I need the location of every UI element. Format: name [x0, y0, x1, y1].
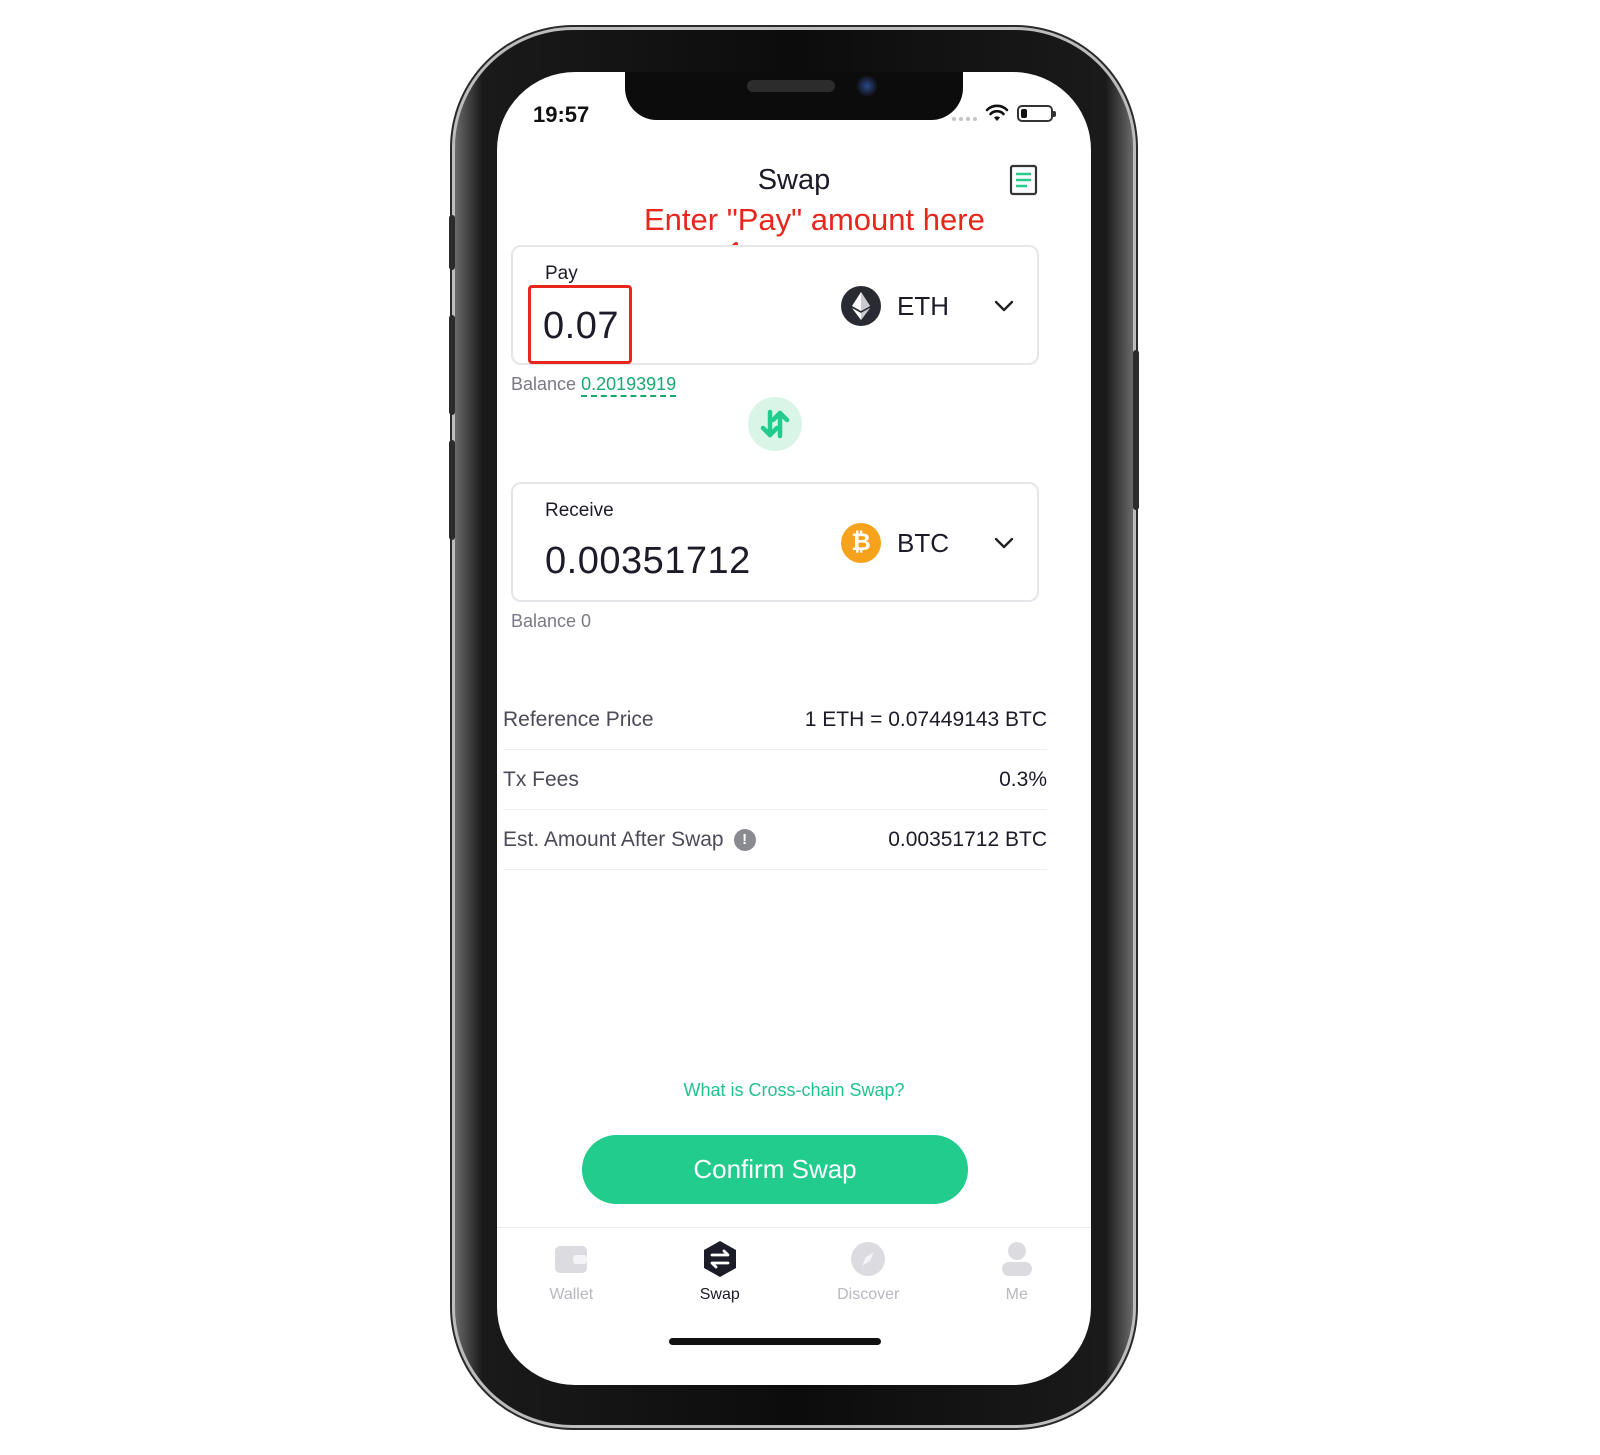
- page-title: Swap: [757, 164, 831, 196]
- tab-swap-label: Swap: [699, 1286, 740, 1303]
- receive-token-symbol: BTC: [897, 527, 949, 558]
- document-list-icon: [1009, 164, 1038, 196]
- person-icon: [998, 1240, 1036, 1278]
- status-time: 19:57: [533, 102, 590, 127]
- receive-token-selector[interactable]: ₿ BTC: [841, 522, 1015, 564]
- chevron-down-icon: [994, 300, 1014, 312]
- speaker-grille: [747, 80, 835, 92]
- receive-balance: Balance 0: [511, 611, 592, 631]
- receive-card: Receive 0.00351712 ₿ BTC: [511, 482, 1039, 602]
- pay-token-selector[interactable]: ETH: [841, 285, 1015, 327]
- tab-me[interactable]: Me: [943, 1228, 1092, 1337]
- history-button[interactable]: [1009, 164, 1039, 196]
- switch-direction-button[interactable]: [748, 397, 802, 451]
- cross-chain-swap-link[interactable]: What is Cross-chain Swap?: [497, 1080, 1091, 1101]
- tx-fees-label: Tx Fees: [503, 767, 579, 791]
- power-button: [1133, 350, 1139, 510]
- tab-wallet[interactable]: Wallet: [497, 1228, 646, 1337]
- mute-switch: [449, 215, 455, 270]
- reference-price-label: Reference Price: [503, 707, 654, 731]
- volume-down-button: [449, 440, 455, 540]
- tab-swap[interactable]: Swap: [646, 1228, 795, 1337]
- notch: [625, 72, 963, 120]
- signal-icon: [952, 105, 977, 121]
- pay-balance: Balance 0.20193919: [511, 374, 677, 397]
- tab-discover-label: Discover: [837, 1286, 900, 1303]
- est-amount-label: Est. Amount After Swap: [503, 827, 724, 851]
- tab-discover[interactable]: Discover: [794, 1228, 943, 1337]
- wifi-icon: [985, 104, 1009, 121]
- info-row-est-amount: Est. Amount After Swap ! 0.00351712 BTC: [503, 810, 1047, 870]
- reference-price-value: 1 ETH = 0.07449143 BTC: [804, 707, 1047, 731]
- receive-label: Receive: [545, 500, 614, 521]
- pay-balance-label: Balance: [511, 374, 577, 394]
- confirm-swap-button[interactable]: Confirm Swap: [582, 1135, 968, 1204]
- status-indicators: [952, 104, 1056, 122]
- home-indicator: [669, 1338, 881, 1345]
- swap-info-list: Reference Price 1 ETH = 0.07449143 BTC T…: [503, 690, 1047, 870]
- volume-up-button: [449, 315, 455, 415]
- pay-token-symbol: ETH: [897, 290, 949, 321]
- compass-icon: [849, 1240, 887, 1278]
- est-amount-label-group: Est. Amount After Swap !: [503, 828, 756, 852]
- info-row-reference-price: Reference Price 1 ETH = 0.07449143 BTC: [503, 690, 1047, 750]
- btc-icon: ₿: [841, 523, 881, 563]
- tab-bar: Wallet Swap Discover Me: [497, 1227, 1091, 1337]
- eth-icon: [841, 286, 881, 326]
- est-amount-value: 0.00351712 BTC: [888, 827, 1047, 851]
- swap-icon: [701, 1240, 739, 1278]
- pay-card: Pay ETH: [511, 245, 1039, 365]
- battery-icon: [1017, 104, 1056, 122]
- info-exclamation-icon[interactable]: !: [733, 828, 756, 851]
- receive-amount: 0.00351712: [545, 540, 751, 582]
- info-row-tx-fees: Tx Fees 0.3%: [503, 750, 1047, 810]
- pay-label: Pay: [545, 263, 578, 284]
- annotation-text: Enter "Pay" amount here: [644, 202, 985, 237]
- tab-me-label: Me: [1005, 1286, 1028, 1303]
- front-camera: [857, 76, 877, 96]
- tab-wallet-label: Wallet: [549, 1286, 594, 1303]
- pay-amount-input[interactable]: [543, 301, 803, 351]
- pay-balance-value[interactable]: 0.20193919: [581, 374, 677, 397]
- chevron-down-icon: [994, 537, 1014, 549]
- phone-screen: 19:57 Swap Enter "Pay" amount here Pay 0…: [497, 72, 1091, 1385]
- wallet-icon: [552, 1240, 590, 1278]
- swap-arrows-icon: [760, 409, 790, 439]
- tx-fees-value: 0.3%: [999, 767, 1047, 791]
